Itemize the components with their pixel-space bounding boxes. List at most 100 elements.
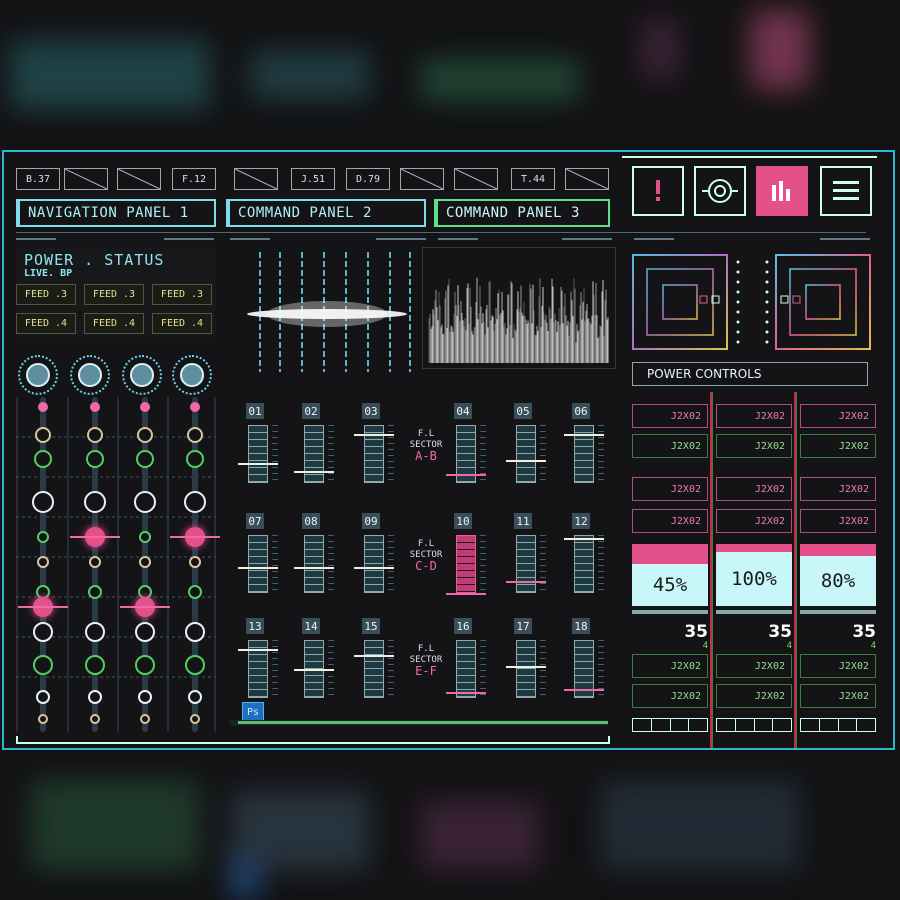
knob-1[interactable] [18, 355, 58, 395]
fader-handle[interactable] [354, 566, 394, 569]
strip-indicator [34, 450, 52, 468]
fader-handle[interactable] [446, 474, 486, 477]
fader-track[interactable] [364, 640, 384, 698]
fader-handle[interactable] [446, 692, 486, 695]
fader-handle[interactable] [294, 566, 334, 569]
tab-command-panel-3[interactable]: COMMAND PANEL 3 [434, 199, 610, 227]
power-button[interactable]: J2X02 [716, 477, 792, 501]
fader-handle[interactable] [238, 462, 278, 465]
target-icon[interactable] [694, 166, 746, 216]
fader-handle[interactable] [564, 537, 604, 540]
segment [755, 719, 774, 731]
power-button[interactable]: J2X02 [632, 477, 708, 501]
bar-chart-icon[interactable] [756, 166, 808, 216]
fader-track[interactable] [364, 535, 384, 593]
fader-handle[interactable] [238, 648, 278, 651]
alert-icon[interactable] [632, 166, 684, 216]
fader-track[interactable] [248, 425, 268, 483]
channel-strip[interactable] [170, 397, 220, 732]
power-button[interactable]: J2X02 [716, 404, 792, 428]
power-button[interactable]: J2X02 [800, 404, 876, 428]
fader-track[interactable] [516, 425, 536, 483]
power-button[interactable]: J2X02 [716, 509, 792, 533]
code-chip: D.79 [346, 168, 390, 190]
fader-handle[interactable] [294, 669, 334, 671]
power-button[interactable]: J2X02 [800, 477, 876, 501]
power-subvalue: 4 [870, 641, 876, 651]
fader-handle[interactable] [238, 566, 278, 569]
feed-button[interactable]: FEED .4 [84, 313, 144, 334]
fader-track[interactable] [304, 535, 324, 593]
power-button[interactable]: J2X02 [800, 509, 876, 533]
tab-command-panel-2[interactable]: COMMAND PANEL 2 [226, 199, 426, 227]
strip-indicator [184, 491, 206, 513]
power-button[interactable]: J2X02 [716, 434, 792, 458]
power-button[interactable]: J2X02 [716, 684, 792, 708]
knob-4[interactable] [172, 355, 212, 395]
code-chip: F.12 [172, 168, 216, 190]
fader-handle[interactable] [564, 689, 604, 692]
strip-indicator [189, 556, 201, 568]
strip-indicator [186, 450, 204, 468]
fader-handle[interactable] [506, 581, 546, 584]
fader-handle[interactable] [354, 433, 394, 436]
fader-handle[interactable] [564, 433, 604, 436]
strip-indicator [38, 714, 48, 724]
channel-strip[interactable] [120, 397, 170, 732]
channel-label: 13 [246, 618, 264, 634]
power-subvalue: 4 [702, 641, 708, 651]
master-progress-bar [238, 721, 608, 724]
knob-2[interactable] [70, 355, 110, 395]
power-button[interactable]: J2X02 [800, 654, 876, 678]
menu-icon[interactable] [820, 166, 872, 216]
fader-ticks [540, 425, 546, 483]
sector-code: C-D [415, 559, 437, 573]
strip-indicator [37, 556, 49, 568]
channel-label: 05 [514, 403, 532, 419]
power-button[interactable]: J2X02 [632, 684, 708, 708]
knob-3[interactable] [122, 355, 162, 395]
fader-track[interactable] [456, 640, 476, 698]
segment [839, 719, 858, 731]
channel-label: 04 [454, 403, 472, 419]
strip-indicator [33, 655, 53, 675]
fader-handle[interactable] [506, 666, 546, 669]
power-button[interactable]: J2X02 [800, 684, 876, 708]
channel-strip[interactable] [70, 397, 120, 732]
power-button[interactable]: J2X02 [632, 509, 708, 533]
fader-ticks [540, 640, 546, 698]
feed-button[interactable]: FEED .4 [152, 313, 212, 334]
bottom-divider [16, 742, 610, 744]
strip-indicator [84, 491, 106, 513]
power-button[interactable]: J2X02 [800, 434, 876, 458]
power-button[interactable]: J2X02 [632, 404, 708, 428]
tab-navigation-panel-1[interactable]: NAVIGATION PANEL 1 [16, 199, 216, 227]
fader-track[interactable] [304, 425, 324, 483]
feed-button[interactable]: FEED .3 [16, 284, 76, 305]
main-hud-frame: B.37 F.12 J.51 D.79 T.44 NAVIGATION PANEL 1 … [2, 150, 895, 750]
fader-handle[interactable] [294, 471, 334, 474]
feed-button[interactable]: FEED .4 [16, 313, 76, 334]
fader-track[interactable] [456, 535, 476, 593]
fader-ticks [272, 425, 278, 483]
section-tick [16, 238, 56, 240]
fader-handle[interactable] [506, 459, 546, 462]
code-chip: T.44 [511, 168, 555, 190]
pink-marker-line [170, 536, 220, 538]
feed-button[interactable]: FEED .3 [84, 284, 144, 305]
strip-indicator [190, 714, 200, 724]
strip-indicator [190, 402, 200, 412]
fader-track[interactable] [516, 535, 536, 593]
fader-track[interactable] [574, 535, 594, 593]
feed-button[interactable]: FEED .3 [152, 284, 212, 305]
channel-strip[interactable] [18, 397, 68, 732]
fader-track[interactable] [248, 535, 268, 593]
channel-label: 06 [572, 403, 590, 419]
fader-handle[interactable] [354, 654, 394, 657]
fader-handle[interactable] [446, 593, 486, 595]
power-button[interactable]: J2X02 [632, 434, 708, 458]
power-button[interactable]: J2X02 [716, 654, 792, 678]
fader-track[interactable] [516, 640, 536, 698]
power-button[interactable]: J2X02 [632, 654, 708, 678]
strip-indicator [138, 690, 152, 704]
